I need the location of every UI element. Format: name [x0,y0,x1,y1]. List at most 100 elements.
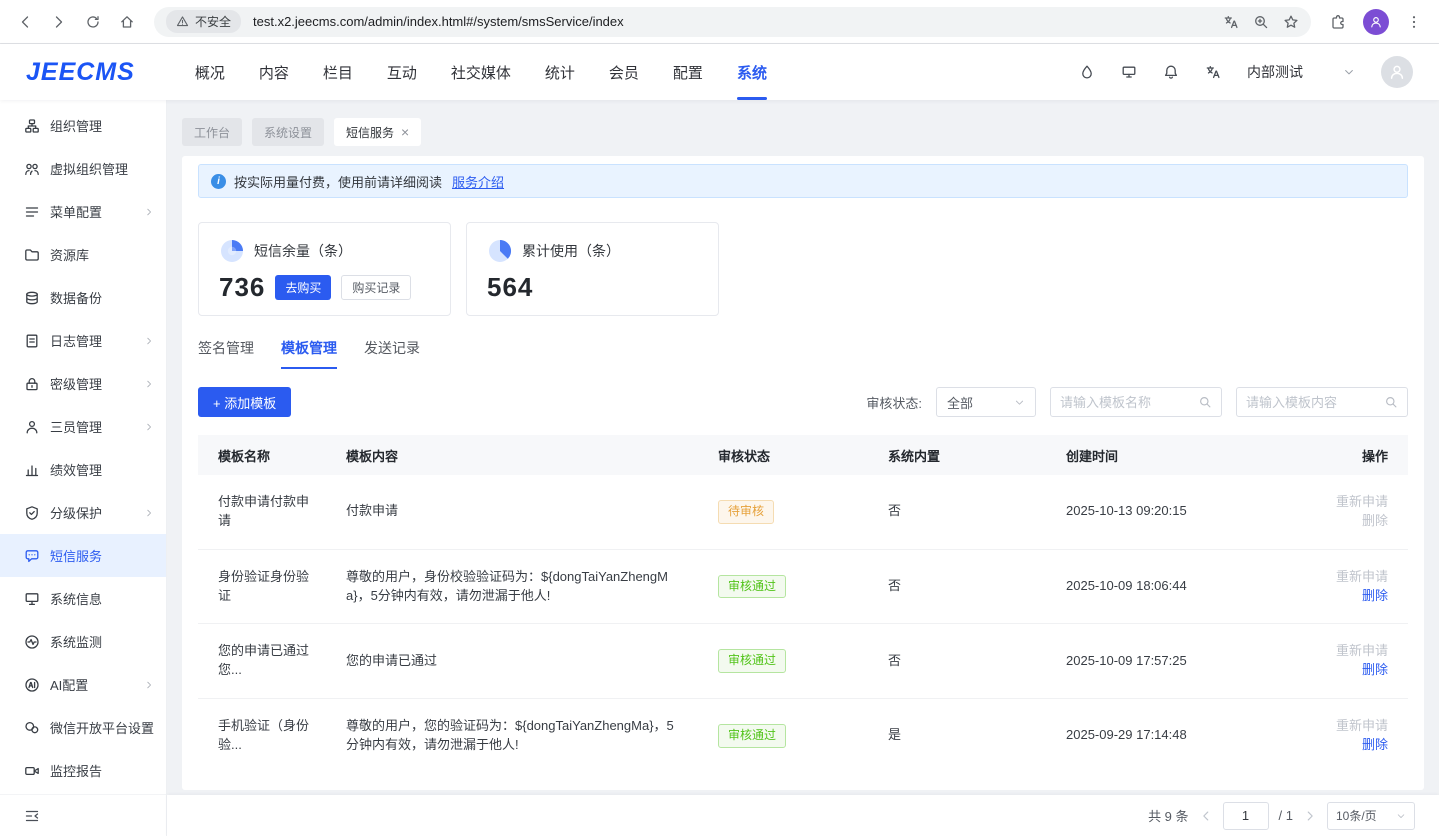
sidebar-item-label: 绩效管理 [50,460,102,479]
browser-profile-avatar[interactable] [1363,9,1389,35]
user-avatar[interactable] [1381,56,1413,88]
virtual-org-icon [24,161,40,177]
next-page-icon[interactable] [1303,809,1317,823]
sms-icon [24,548,40,564]
column-header: 操作 [1291,435,1408,475]
search-icon[interactable] [1384,395,1398,409]
template-name-cell: 您的申请已通过您... [198,624,326,699]
zoom-icon[interactable] [1253,14,1269,30]
reapply-link[interactable]: 重新申请 [1336,643,1388,658]
delete-link[interactable]: 删除 [1362,588,1388,603]
sidebar-item[interactable]: 分级保护 [0,491,166,534]
page-tab-label: 短信服务 [346,124,394,141]
add-template-button[interactable]: + 添加模板 [198,387,291,417]
sys-info-icon [24,591,40,607]
nav-item[interactable]: 内容 [259,44,289,100]
delete-link[interactable]: 删除 [1362,662,1388,677]
nav-item[interactable]: 栏目 [323,44,353,100]
sidebar-item[interactable]: 虚拟组织管理 [0,147,166,190]
sidebar-item-label: 数据备份 [50,288,102,307]
sidebar-item[interactable]: 菜单配置 [0,190,166,233]
sidebar-item[interactable]: 短信服务 [0,534,166,577]
nav-item[interactable]: 概况 [195,44,225,100]
chevron-down-icon [1396,811,1406,821]
address-bar[interactable]: 不安全 test.x2.jeecms.com/admin/index.html#… [154,7,1311,37]
browser-menu-icon[interactable] [1399,7,1429,37]
page-tab[interactable]: 系统设置 [252,118,324,146]
sidebar-item[interactable]: 微信开放平台设置 [0,706,166,749]
search-icon[interactable] [1198,395,1212,409]
sms-balance-title: 短信余量（条） [254,241,352,261]
sidebar-item-label: 组织管理 [50,116,102,135]
sidebar-item[interactable]: 绩效管理 [0,448,166,491]
close-icon[interactable]: × [401,125,409,139]
nav-item[interactable]: 配置 [673,44,703,100]
template-name-input[interactable] [1060,395,1192,410]
template-content-input[interactable] [1246,395,1378,410]
log-icon [24,333,40,349]
nav-item[interactable]: 互动 [387,44,417,100]
browser-forward-icon[interactable] [44,7,74,37]
bookmark-star-icon[interactable] [1283,14,1299,30]
language-icon[interactable] [1205,64,1221,80]
sidebar-item-label: 密级管理 [50,374,102,393]
sidebar-item[interactable]: 系统监测 [0,620,166,663]
nav-item[interactable]: 会员 [609,44,639,100]
wechat-icon [24,720,40,736]
security-label: 不安全 [195,13,231,30]
chevron-right-icon [144,422,154,432]
template-toolbar: + 添加模板 审核状态: 全部 [198,387,1408,417]
extensions-icon[interactable] [1323,7,1353,37]
buy-button[interactable]: 去购买 [275,275,331,300]
site-select[interactable]: 内部测试 [1247,62,1355,82]
page-size-select[interactable]: 10条/页 [1327,802,1415,830]
delete-link[interactable]: 删除 [1362,737,1388,752]
delete-link[interactable]: 删除 [1362,513,1388,528]
theme-icon[interactable] [1079,64,1095,80]
sidebar-item[interactable]: 组织管理 [0,104,166,147]
notification-bell-icon[interactable] [1163,64,1179,80]
three-admin-icon [24,419,40,435]
nav-item[interactable]: 统计 [545,44,575,100]
service-intro-link[interactable]: 服务介绍 [452,172,504,191]
sidebar-item[interactable]: 监控报告 [0,749,166,792]
reapply-link[interactable]: 重新申请 [1336,718,1388,733]
chevron-down-icon [1014,397,1025,408]
sidebar-item[interactable]: AI配置 [0,663,166,706]
collapse-sidebar-icon[interactable] [0,794,166,836]
sidebar-item[interactable]: 系统信息 [0,577,166,620]
page-tab[interactable]: 工作台 [182,118,242,146]
status-badge: 待审核 [718,500,774,524]
app-header: JEECMS 概况内容栏目互动社交媒体统计会员配置系统 内部测试 [0,44,1439,100]
nav-item[interactable]: 系统 [737,44,767,100]
jeecms-logo[interactable]: JEECMS [26,58,135,87]
sidebar-item[interactable]: 资源库 [0,233,166,276]
browser-back-icon[interactable] [10,7,40,37]
security-chip[interactable]: 不安全 [166,10,241,33]
translate-icon[interactable] [1223,14,1239,30]
reapply-link[interactable]: 重新申请 [1336,494,1388,509]
sms-balance-card: 短信余量（条） 736 去购买 购买记录 [198,222,451,316]
sidebar-item[interactable]: 日志管理 [0,319,166,362]
screen-icon[interactable] [1121,64,1137,80]
audit-status-select[interactable]: 全部 [936,387,1036,417]
nav-item[interactable]: 社交媒体 [451,44,511,100]
chevron-right-icon [144,508,154,518]
purchase-history-button[interactable]: 购买记录 [341,275,411,300]
total-usage-value: 564 [487,272,533,303]
sidebar-item[interactable]: 密级管理 [0,362,166,405]
reapply-link[interactable]: 重新申请 [1336,569,1388,584]
template-name-cell: 付款申请付款申请 [198,475,326,549]
browser-home-icon[interactable] [112,7,142,37]
performance-icon [24,462,40,478]
prev-page-icon[interactable] [1199,809,1213,823]
section-tab[interactable]: 模板管理 [281,338,337,369]
stat-cards: 短信余量（条） 736 去购买 购买记录 累计使用（条） [198,222,1408,316]
page-tab[interactable]: 短信服务 × [334,118,421,146]
browser-refresh-icon[interactable] [78,7,108,37]
sidebar-item[interactable]: 三员管理 [0,405,166,448]
section-tab[interactable]: 签名管理 [198,338,254,369]
page-input[interactable] [1223,802,1269,830]
section-tab[interactable]: 发送记录 [364,338,420,369]
sidebar-item[interactable]: 数据备份 [0,276,166,319]
